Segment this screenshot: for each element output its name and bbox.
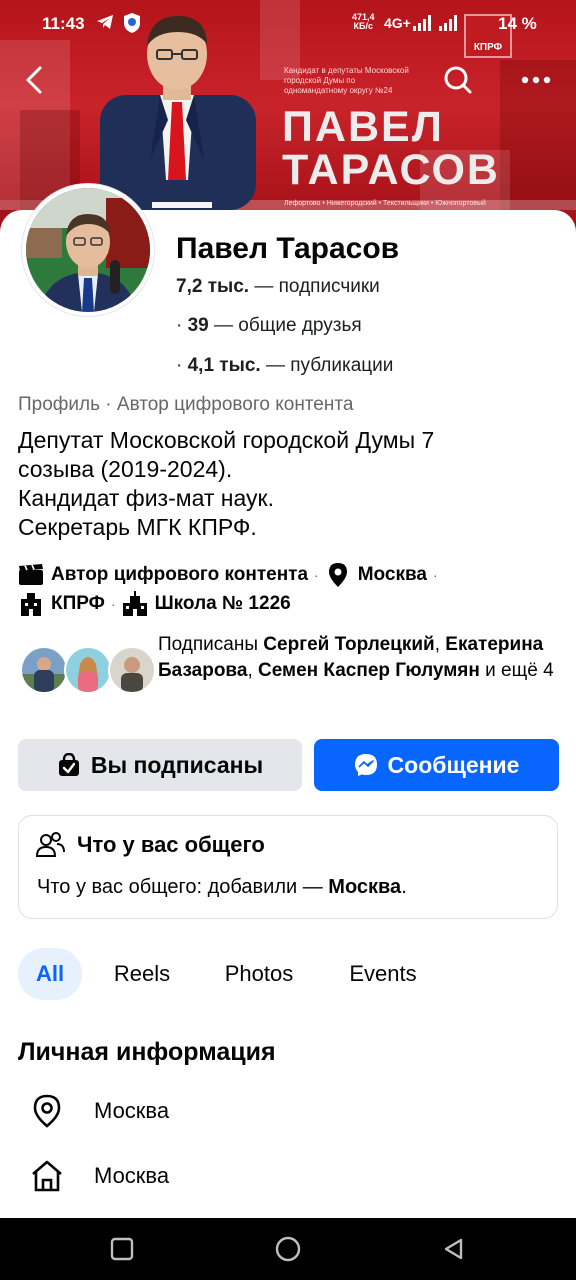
cover-poster-districts: Лефортово • Нижегородский • Текстильщики… <box>284 200 486 207</box>
followers-value: 7,2 тыс. <box>176 276 250 297</box>
mutual-prefix: Подписаны <box>158 634 264 655</box>
info-row-1: Автор цифрового контента · Москва · <box>18 562 444 588</box>
circle-icon <box>275 1236 301 1262</box>
mutual-avatar-2 <box>64 646 112 694</box>
recents-button[interactable] <box>107 1234 137 1264</box>
network-speed: 471,4 КБ/с <box>352 13 375 31</box>
common-text-value: Москва <box>328 876 402 898</box>
location-pin-icon <box>325 562 351 588</box>
posts-label: — публикации <box>260 355 394 376</box>
network-speed-unit: КБ/с <box>353 21 373 31</box>
info-row-2: КПРФ · Школа № 1226 <box>18 591 291 617</box>
friends-label: — общие друзья <box>208 315 362 336</box>
nav-back-button[interactable] <box>439 1234 469 1264</box>
messenger-icon <box>354 753 378 777</box>
search-icon <box>444 66 472 94</box>
building-icon <box>18 591 44 617</box>
info-city[interactable]: Москва <box>358 564 427 586</box>
back-button[interactable] <box>14 60 54 100</box>
shield-icon <box>122 12 142 39</box>
info-category: Автор цифрового контента <box>51 564 309 585</box>
personal-info-location[interactable]: Москва <box>30 1094 169 1128</box>
common-text: Что у вас общего: добавили — Москва. <box>37 876 407 899</box>
mutual-followers-text[interactable]: Подписаны Сергей Торлецкий, Екатерина Ба… <box>158 632 558 684</box>
tab-reels[interactable]: Reels <box>98 948 186 1000</box>
subscribed-label: Вы подписаны <box>90 751 264 778</box>
cover-poster-caption: Кандидат в депутаты Московской городской… <box>284 66 409 95</box>
friends-prefix: · <box>176 315 188 336</box>
signal-icon-2 <box>438 14 458 37</box>
mutual-avatars[interactable] <box>20 646 156 696</box>
mutual-sep-2: , <box>247 660 258 681</box>
common-text-suffix: . <box>401 876 407 898</box>
profile-tabs: All Reels Photos Events <box>18 948 558 1000</box>
arrow-left-icon <box>26 66 42 94</box>
check-bag-icon <box>57 753 81 777</box>
personal-info-hometown-text: Москва <box>94 1163 170 1188</box>
info-school[interactable]: Школа № 1226 <box>155 593 291 615</box>
personal-info-location-text: Москва <box>94 1098 170 1123</box>
search-button[interactable] <box>438 60 478 100</box>
common-card[interactable]: Что у вас общего Что у вас общего: добав… <box>18 815 558 919</box>
followers-stat[interactable]: 7,2 тыс. — подписчики <box>176 276 380 298</box>
mutual-friends-stat[interactable]: · 39 — общие друзья <box>176 315 362 337</box>
posts-stat[interactable]: · 4,1 тыс. — публикации <box>176 355 393 377</box>
clapperboard-icon <box>18 562 44 588</box>
info-org[interactable]: КПРФ <box>51 593 105 615</box>
bio-line-2: созыва (2019-2024). <box>18 456 233 482</box>
subscribed-button[interactable]: Вы подписаны <box>18 739 302 791</box>
message-button[interactable]: Сообщение <box>314 739 559 791</box>
home-outline-icon <box>30 1159 64 1193</box>
cover-poster-name-line1: ПАВЕЛ <box>282 103 444 151</box>
posts-value: 4,1 тыс. <box>187 355 261 376</box>
bio-line-1: Депутат Московской городской Думы 7 <box>18 427 435 453</box>
triangle-back-icon <box>444 1238 463 1260</box>
mutual-avatar-1 <box>20 646 68 694</box>
mutual-suffix: и ещё 4 <box>479 660 554 681</box>
info-separator: · <box>314 567 319 583</box>
friends-value: 39 <box>187 315 209 336</box>
people-icon <box>35 830 65 865</box>
followers-label: — подписчики <box>249 276 380 297</box>
cover-poster-name: ПАВЕЛ ТАРАСОВ <box>282 106 500 192</box>
network-type: 4G+ <box>384 15 411 31</box>
more-dots-icon <box>521 76 551 84</box>
status-bar: 11:43 471,4 КБ/с 4G+ 14 % <box>0 0 576 48</box>
more-button[interactable] <box>516 60 556 100</box>
info-separator: · <box>432 567 438 583</box>
battery-level: 14 % <box>498 14 537 33</box>
mutual-name-3[interactable]: Семен Каспер Гюлумян <box>258 660 480 681</box>
personal-info-title: Личная информация <box>18 1038 276 1066</box>
school-building-icon <box>122 591 148 617</box>
cover-poster-name-line2: ТАРАСОВ <box>282 146 500 194</box>
location-pin-outline-icon <box>30 1094 64 1128</box>
tab-events[interactable]: Events <box>332 948 434 1000</box>
profile-type: Профиль · Автор цифрового контента <box>18 394 354 415</box>
signal-icon <box>412 14 432 37</box>
mutual-avatar-3 <box>108 646 156 694</box>
message-label: Сообщение <box>387 751 520 778</box>
profile-name: Павел Тарасов <box>176 232 400 265</box>
status-time: 11:43 <box>42 14 85 33</box>
mutual-sep-1: , <box>434 634 446 655</box>
square-icon <box>110 1237 134 1261</box>
mutual-name-1[interactable]: Сергей Торлецкий <box>263 634 434 655</box>
system-nav-bar <box>0 1218 576 1280</box>
personal-info-hometown[interactable]: Москва <box>30 1159 169 1193</box>
profile-bio: Депутат Московской городской Думы 7 созы… <box>18 426 558 542</box>
tab-all[interactable]: All <box>18 948 82 1000</box>
tab-photos[interactable]: Photos <box>204 948 314 1000</box>
avatar-image <box>26 188 150 312</box>
posts-prefix: · <box>176 355 188 376</box>
common-title: Что у вас общего <box>77 832 265 857</box>
info-separator: · <box>110 596 116 612</box>
avatar[interactable] <box>22 184 154 316</box>
home-button[interactable] <box>273 1234 303 1264</box>
common-text-prefix: Что у вас общего: добавили — <box>37 876 329 898</box>
bio-line-4: Секретарь МГК КПРФ. <box>18 514 257 540</box>
bio-line-3: Кандидат физ-мат наук. <box>18 485 274 511</box>
telegram-icon <box>96 14 114 35</box>
